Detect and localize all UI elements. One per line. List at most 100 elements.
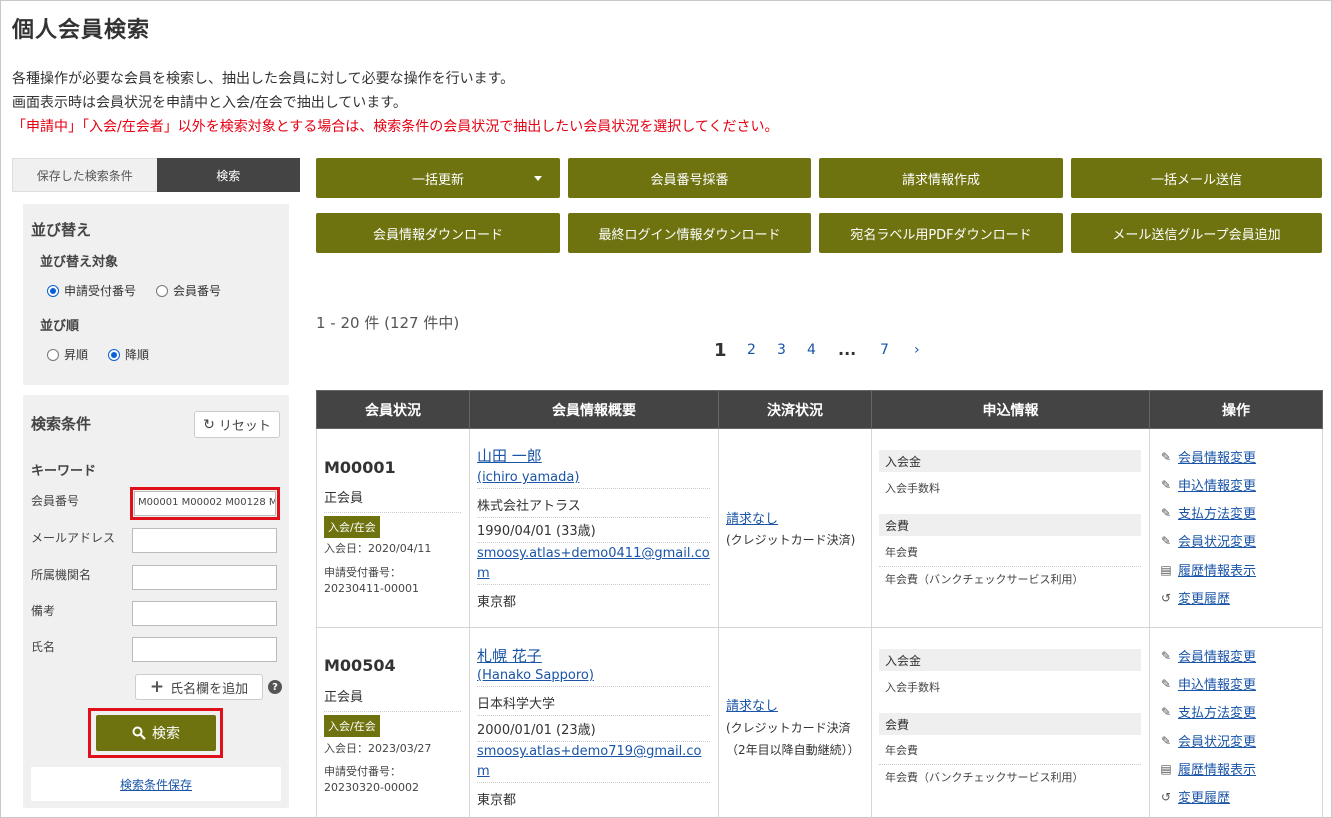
pencil-icon: ✎ <box>1160 533 1172 548</box>
member-name-kana-link[interactable]: (ichiro yamada) <box>477 470 579 485</box>
application-info-cell: 入会金 入会手数料 会費 年会費 年会費（バンクチェックサービス利用） <box>871 428 1150 628</box>
payment-note: （2年目以降自動継続）） <box>726 743 860 757</box>
op-edit-status[interactable]: 会員状況変更 <box>1178 531 1256 550</box>
payment-cell: 請求なし (クレジットカード決済 （2年目以降自動継続）） <box>718 627 872 818</box>
application-info-cell: 入会金 入会手数料 会費 年会費 年会費（バンクチェックサービス利用） <box>871 627 1150 818</box>
bulk-mail-button[interactable]: 一括メール送信 <box>1071 158 1322 198</box>
name-input[interactable] <box>132 637 277 662</box>
op-edit-application[interactable]: 申込情報変更 <box>1178 475 1256 494</box>
page-ellipsis: ... <box>838 340 857 359</box>
pencil-icon: ✎ <box>1160 477 1172 492</box>
email-link[interactable]: smoosy.atlas+demo0411@gmail.co <box>477 546 710 561</box>
member-number-label: 会員番号 <box>31 494 80 508</box>
member-number-input[interactable]: M00001 M00002 M00128 M <box>134 491 276 516</box>
page-description-alert: 「申請中」「入会/在会者」以外を検索対象とする場合は、検索条件の会員状況で抽出し… <box>12 119 779 135</box>
application-number-label: 申請受付番号： <box>324 765 401 778</box>
annual-fee-value-2: 年会費（バンクチェックサービス利用） <box>885 573 1084 586</box>
reset-button[interactable]: ↻ リセット <box>194 411 280 438</box>
download-label-pdf-button[interactable]: 宛名ラベル用PDFダウンロード <box>819 213 1063 253</box>
radio-descending[interactable] <box>108 348 121 361</box>
sort-order-label: 並び順 <box>40 319 80 334</box>
download-login-button[interactable]: 最終ログイン情報ダウンロード <box>568 213 811 253</box>
radio-application-number[interactable] <box>47 284 59 297</box>
header-application-info: 申込情報 <box>871 390 1150 429</box>
tab-search[interactable]: 検索 <box>156 158 300 192</box>
member-status-cell: M00504 正会員 入会/在会 入会日：2023/03/27 申請受付番号： … <box>316 627 470 818</box>
radio-ascending[interactable] <box>47 348 59 361</box>
radio-application-number-label: 申請受付番号 <box>64 284 137 298</box>
status-badge: 入会/在会 <box>324 516 380 538</box>
operations-cell: ✎ 会員情報変更 ✎ 申込情報変更 ✎ 支払方法変更 ✎ 会員状況変更 ▤ 履歴情報表示 … <box>1149 428 1323 628</box>
op-change-history[interactable]: 変更履歴 <box>1178 787 1230 806</box>
member-status-cell: M00001 正会員 入会/在会 入会日：2020/04/11 申請受付番号： … <box>316 428 470 628</box>
assign-number-button[interactable]: 会員番号採番 <box>568 158 811 198</box>
download-info-button[interactable]: 会員情報ダウンロード <box>316 213 560 253</box>
op-view-history[interactable]: 履歴情報表示 <box>1178 560 1256 579</box>
save-conditions-link[interactable]: 検索条件保存 <box>120 776 192 793</box>
help-icon[interactable]: ? <box>268 680 282 694</box>
organization-label: 所属機関名 <box>31 568 92 582</box>
page-description-2: 画面表示時は会員状況を申請中と入会/在会で抽出しています。 <box>12 95 407 111</box>
join-date: 入会日：2020/04/11 <box>324 542 432 555</box>
email-link[interactable]: smoosy.atlas+demo719@gmail.co <box>477 744 701 759</box>
refresh-icon: ↻ <box>203 416 215 433</box>
member-number: M00001 <box>324 458 396 477</box>
header-operations: 操作 <box>1149 390 1323 429</box>
header-member-status: 会員状況 <box>316 390 470 429</box>
annual-fee-value: 年会費 <box>879 541 1141 567</box>
page-4[interactable]: 4 <box>807 342 816 358</box>
op-edit-application[interactable]: 申込情報変更 <box>1178 674 1256 693</box>
sort-order-group: 昇順 降順 <box>47 346 169 363</box>
op-edit-member[interactable]: 会員情報変更 <box>1178 646 1256 665</box>
next-page-icon[interactable]: › <box>914 342 920 358</box>
note-label: 備考 <box>31 604 56 618</box>
tab-saved-conditions[interactable]: 保存した検索条件 <box>12 158 157 192</box>
op-edit-payment[interactable]: 支払方法変更 <box>1178 503 1256 522</box>
add-name-field-button[interactable]: + 氏名欄を追加 <box>135 674 263 700</box>
payment-method: (クレジットカード決済 <box>726 721 851 735</box>
payment-method: (クレジットカード決済) <box>726 533 856 547</box>
member-name-link[interactable]: 札幌 花子 <box>477 647 542 665</box>
annual-fee-value: 年会費 <box>879 739 1141 765</box>
create-billing-button[interactable]: 請求情報作成 <box>819 158 1063 198</box>
email-input[interactable] <box>132 528 277 553</box>
header-payment-status: 決済状況 <box>718 390 872 429</box>
op-view-history[interactable]: 履歴情報表示 <box>1178 759 1256 778</box>
email-link-cont[interactable]: m <box>477 764 490 779</box>
member-name-link[interactable]: 山田 一郎 <box>477 447 542 465</box>
radio-member-number[interactable] <box>156 284 169 297</box>
member-name-kana-link[interactable]: (Hanako Sapporo) <box>477 668 594 683</box>
payment-link[interactable]: 請求なし <box>726 699 778 714</box>
pencil-icon: ✎ <box>1160 704 1172 719</box>
op-edit-member[interactable]: 会員情報変更 <box>1178 447 1256 466</box>
note-input[interactable] <box>132 601 277 626</box>
op-edit-payment[interactable]: 支払方法変更 <box>1178 702 1256 721</box>
page-3[interactable]: 3 <box>777 342 786 358</box>
page-description-1: 各種操作が必要な会員を検索し、抽出した会員に対して必要な操作を行います。 <box>12 71 515 87</box>
search-button[interactable]: 検索 <box>96 715 216 751</box>
radio-descending-label: 降順 <box>125 348 150 362</box>
pencil-icon: ✎ <box>1160 505 1172 520</box>
entry-fee-heading: 入会金 <box>879 450 1141 472</box>
birth-date: 1990/04/01 (33歳) <box>477 520 710 543</box>
op-edit-status[interactable]: 会員状況変更 <box>1178 731 1256 750</box>
add-mail-group-button[interactable]: メール送信グループ会員追加 <box>1071 213 1322 253</box>
pencil-icon: ✎ <box>1160 676 1172 691</box>
reset-button-label: リセット <box>218 419 271 434</box>
op-change-history[interactable]: 変更履歴 <box>1178 588 1230 607</box>
table-header-row: 会員状況 会員情報概要 決済状況 申込情報 操作 <box>316 390 1323 429</box>
application-number-label: 申請受付番号： <box>324 566 401 579</box>
bulk-update-dropdown[interactable]: 一括更新 <box>316 158 560 198</box>
add-name-field-label: 氏名欄を追加 <box>170 681 249 697</box>
radio-member-number-label: 会員番号 <box>173 284 222 298</box>
keyword-label: キーワード <box>31 464 97 479</box>
radio-ascending-label: 昇順 <box>64 348 89 362</box>
sidebar-tabs: 保存した検索条件 検索 <box>12 158 300 192</box>
page-2[interactable]: 2 <box>747 342 756 358</box>
page-7[interactable]: 7 <box>880 342 889 358</box>
organization-input[interactable] <box>132 565 277 590</box>
payment-link[interactable]: 請求なし <box>726 512 778 527</box>
pencil-icon: ✎ <box>1160 648 1172 663</box>
email-link-cont[interactable]: m <box>477 566 490 581</box>
entry-fee-value: 入会手数料 <box>885 681 940 694</box>
